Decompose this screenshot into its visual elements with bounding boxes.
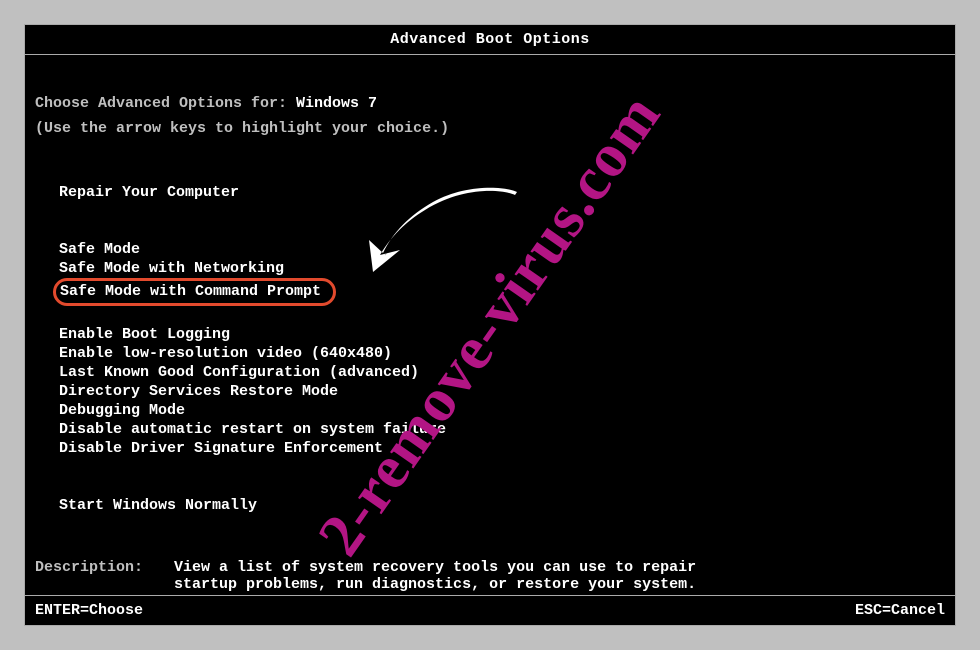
window-title: Advanced Boot Options [25, 25, 955, 55]
footer-bar: ENTER=Choose ESC=Cancel [25, 595, 955, 625]
option-safe-mode[interactable]: Safe Mode [59, 240, 945, 259]
option-directory-services-restore-mode[interactable]: Directory Services Restore Mode [59, 382, 945, 401]
option-disable-automatic-restart[interactable]: Disable automatic restart on system fail… [59, 420, 945, 439]
spacer [59, 306, 945, 325]
option-safe-mode-command-prompt-wrapper: Safe Mode with Command Prompt [59, 278, 945, 306]
intro-os-value: Windows 7 [296, 95, 377, 112]
description-label: Description: [35, 559, 165, 576]
option-last-known-good-configuration[interactable]: Last Known Good Configuration (advanced) [59, 363, 945, 382]
content-area: Choose Advanced Options for: Windows 7 (… [25, 55, 955, 593]
intro-line: Choose Advanced Options for: Windows 7 [35, 95, 945, 112]
boot-options-window: Advanced Boot Options Choose Advanced Op… [24, 24, 956, 626]
footer-enter-choose: ENTER=Choose [35, 602, 143, 619]
description-block: Description: View a list of system recov… [35, 559, 945, 593]
option-debugging-mode[interactable]: Debugging Mode [59, 401, 945, 420]
option-low-resolution-video[interactable]: Enable low-resolution video (640x480) [59, 344, 945, 363]
option-repair-your-computer[interactable]: Repair Your Computer [59, 183, 945, 202]
option-disable-driver-signature-enforcement[interactable]: Disable Driver Signature Enforcement [59, 439, 945, 458]
options-list: Repair Your Computer Safe Mode Safe Mode… [35, 183, 945, 515]
intro-label: Choose Advanced Options for: [35, 95, 296, 112]
option-safe-mode-networking[interactable]: Safe Mode with Networking [59, 259, 945, 278]
spacer [59, 202, 945, 240]
option-enable-boot-logging[interactable]: Enable Boot Logging [59, 325, 945, 344]
spacer [59, 458, 945, 496]
option-safe-mode-command-prompt[interactable]: Safe Mode with Command Prompt [53, 278, 336, 306]
footer-esc-cancel: ESC=Cancel [855, 602, 945, 619]
option-start-windows-normally[interactable]: Start Windows Normally [59, 496, 945, 515]
keyboard-hint: (Use the arrow keys to highlight your ch… [35, 120, 945, 137]
description-text: View a list of system recovery tools you… [174, 559, 734, 593]
